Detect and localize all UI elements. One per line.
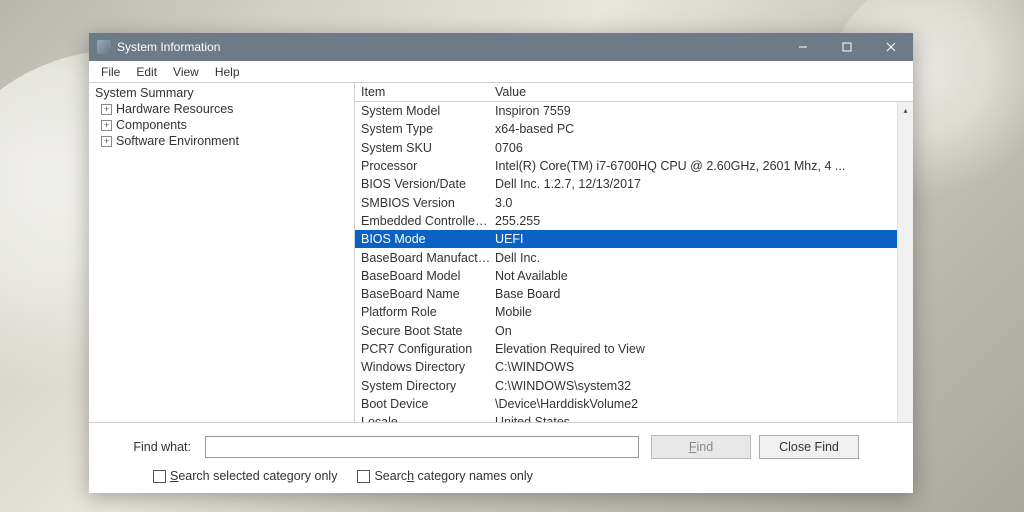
table-row[interactable]: System ModelInspiron 7559 (355, 102, 913, 120)
cell-value: 0706 (491, 141, 913, 155)
cell-value: Intel(R) Core(TM) i7-6700HQ CPU @ 2.60GH… (491, 159, 913, 173)
tree-root-system-summary[interactable]: System Summary (89, 85, 354, 101)
cell-item: Platform Role (355, 305, 491, 319)
table-row[interactable]: ProcessorIntel(R) Core(TM) i7-6700HQ CPU… (355, 157, 913, 175)
detail-list[interactable]: System ModelInspiron 7559System Typex64-… (355, 102, 913, 422)
cell-value: Inspiron 7559 (491, 104, 913, 118)
table-row[interactable]: SMBIOS Version3.0 (355, 193, 913, 211)
table-row[interactable]: BaseBoard NameBase Board (355, 285, 913, 303)
tree-item-hardware-resources[interactable]: +Hardware Resources (89, 101, 354, 117)
find-button[interactable]: Find (651, 435, 751, 459)
expand-icon[interactable]: + (101, 136, 112, 147)
cell-item: Boot Device (355, 397, 491, 411)
cell-value: Dell Inc. 1.2.7, 12/13/2017 (491, 177, 913, 191)
cell-item: System Type (355, 122, 491, 136)
cell-value: Base Board (491, 287, 913, 301)
cell-value: x64-based PC (491, 122, 913, 136)
cell-item: BaseBoard Model (355, 269, 491, 283)
cell-item: SMBIOS Version (355, 196, 491, 210)
cell-value: 255.255 (491, 214, 913, 228)
find-label: Find what: (117, 440, 191, 454)
column-headers[interactable]: Item Value (355, 83, 913, 102)
header-item[interactable]: Item (355, 85, 491, 99)
menu-view[interactable]: View (165, 63, 207, 81)
app-icon (97, 40, 111, 54)
tree-item-components[interactable]: +Components (89, 117, 354, 133)
cell-item: BIOS Mode (355, 232, 491, 246)
window-title: System Information (117, 40, 781, 54)
vertical-scrollbar[interactable]: ▴ (897, 102, 913, 422)
table-row[interactable]: Embedded Controller V...255.255 (355, 212, 913, 230)
cell-value: United States (491, 415, 913, 422)
tree-item-software-environment[interactable]: +Software Environment (89, 133, 354, 149)
menu-help[interactable]: Help (207, 63, 248, 81)
find-panel: Find what: Find Close Find Search select… (89, 423, 913, 493)
find-input[interactable] (205, 436, 639, 458)
cell-item: Processor (355, 159, 491, 173)
cell-item: Embedded Controller V... (355, 214, 491, 228)
detail-panel: Item Value System ModelInspiron 7559Syst… (355, 83, 913, 422)
cell-item: Locale (355, 415, 491, 422)
table-row[interactable]: Secure Boot StateOn (355, 322, 913, 340)
cell-item: BIOS Version/Date (355, 177, 491, 191)
expand-icon[interactable]: + (101, 120, 112, 131)
cell-item: System Directory (355, 379, 491, 393)
cell-item: Windows Directory (355, 360, 491, 374)
table-row[interactable]: System SKU0706 (355, 139, 913, 157)
cell-value: C:\WINDOWS (491, 360, 913, 374)
search-category-names-checkbox[interactable]: Search category names only (357, 469, 532, 483)
cell-value: Dell Inc. (491, 251, 913, 265)
cell-value: Not Available (491, 269, 913, 283)
scroll-up-icon[interactable]: ▴ (898, 102, 913, 118)
table-row[interactable]: LocaleUnited States (355, 413, 913, 422)
table-row[interactable]: BaseBoard ModelNot Available (355, 267, 913, 285)
table-row[interactable]: System Typex64-based PC (355, 120, 913, 138)
search-selected-category-checkbox[interactable]: Search selected category only (153, 469, 337, 483)
cell-value: 3.0 (491, 196, 913, 210)
table-row[interactable]: System DirectoryC:\WINDOWS\system32 (355, 376, 913, 394)
titlebar[interactable]: System Information (89, 33, 913, 61)
cell-item: Secure Boot State (355, 324, 491, 338)
table-row[interactable]: BaseBoard ManufacturerDell Inc. (355, 248, 913, 266)
category-tree[interactable]: System Summary +Hardware Resources +Comp… (89, 83, 355, 422)
cell-item: BaseBoard Manufacturer (355, 251, 491, 265)
table-row[interactable]: BIOS Version/DateDell Inc. 1.2.7, 12/13/… (355, 175, 913, 193)
cell-value: UEFI (491, 232, 913, 246)
cell-item: BaseBoard Name (355, 287, 491, 301)
table-row[interactable]: Windows DirectoryC:\WINDOWS (355, 358, 913, 376)
menu-file[interactable]: File (93, 63, 128, 81)
expand-icon[interactable]: + (101, 104, 112, 115)
cell-item: System Model (355, 104, 491, 118)
minimize-button[interactable] (781, 33, 825, 61)
cell-value: \Device\HarddiskVolume2 (491, 397, 913, 411)
table-row[interactable]: Boot Device\Device\HarddiskVolume2 (355, 395, 913, 413)
maximize-button[interactable] (825, 33, 869, 61)
content-area: System Summary +Hardware Resources +Comp… (89, 83, 913, 423)
menu-edit[interactable]: Edit (128, 63, 165, 81)
table-row[interactable]: BIOS ModeUEFI (355, 230, 913, 248)
cell-value: Elevation Required to View (491, 342, 913, 356)
cell-item: System SKU (355, 141, 491, 155)
system-information-window: System Information File Edit View Help S… (89, 33, 913, 493)
cell-item: PCR7 Configuration (355, 342, 491, 356)
close-find-button[interactable]: Close Find (759, 435, 859, 459)
checkbox-icon[interactable] (153, 470, 166, 483)
menubar: File Edit View Help (89, 61, 913, 83)
checkbox-icon[interactable] (357, 470, 370, 483)
cell-value: C:\WINDOWS\system32 (491, 379, 913, 393)
table-row[interactable]: Platform RoleMobile (355, 303, 913, 321)
table-row[interactable]: PCR7 ConfigurationElevation Required to … (355, 340, 913, 358)
close-button[interactable] (869, 33, 913, 61)
header-value[interactable]: Value (491, 85, 913, 99)
cell-value: Mobile (491, 305, 913, 319)
cell-value: On (491, 324, 913, 338)
